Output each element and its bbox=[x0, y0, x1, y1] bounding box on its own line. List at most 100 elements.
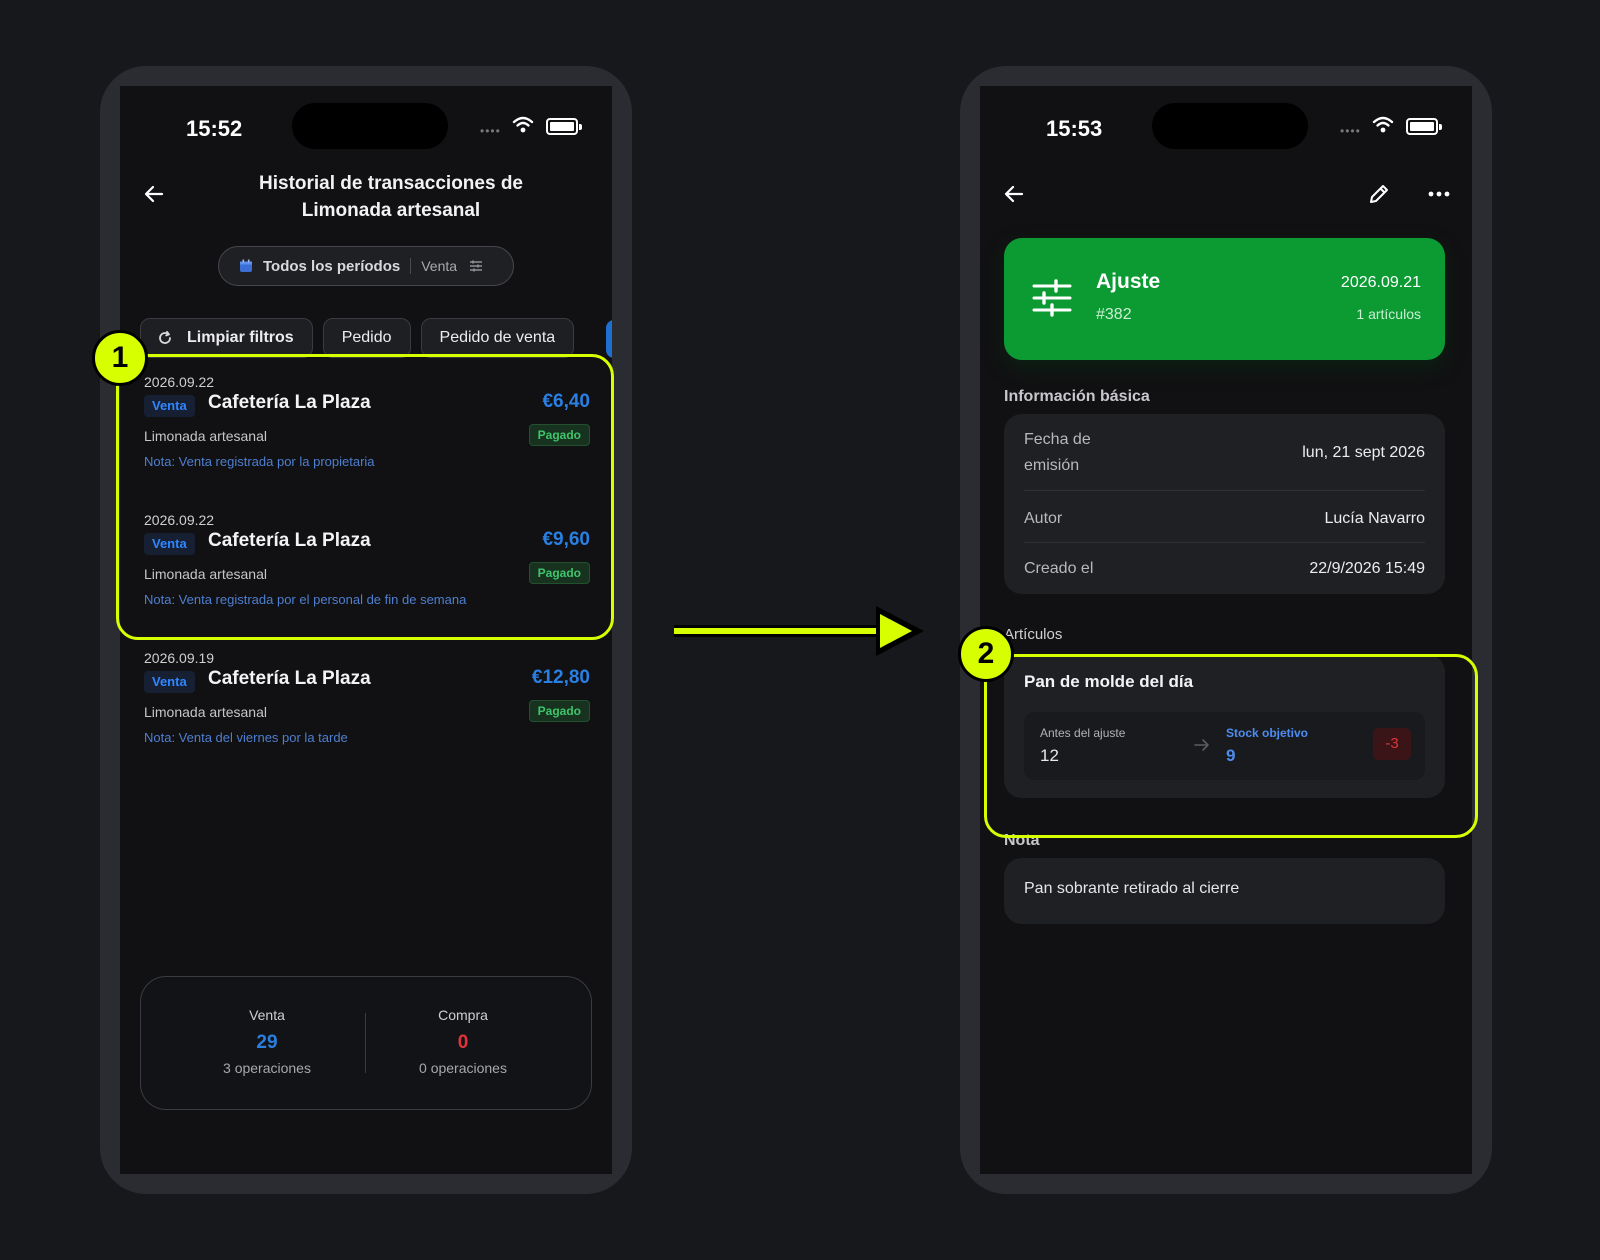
basic-info-card: Fecha de emisión lun, 21 sept 2026 Autor… bbox=[1004, 414, 1445, 594]
status-badge: Pagado bbox=[528, 700, 590, 722]
item-card[interactable]: Pan de molde del día Antes del ajuste 12… bbox=[1004, 654, 1445, 798]
summary-purchase-value: 0 bbox=[457, 1032, 469, 1053]
more-dots-icon bbox=[1428, 191, 1450, 197]
info-row-created: Creado el 22/9/2026 15:49 bbox=[1024, 554, 1425, 584]
status-bar: 15:52 •••• bbox=[120, 86, 612, 166]
stock-before-label: Antes del ajuste bbox=[1040, 726, 1126, 740]
page-title: Historial de transacciones de Limonada a… bbox=[259, 173, 523, 221]
back-button[interactable] bbox=[140, 180, 168, 208]
back-arrow-icon bbox=[144, 185, 164, 203]
clear-filters-chip[interactable]: Limpiar filtros bbox=[140, 318, 313, 358]
screen-adjustment-detail: 15:53 •••• Ajuste #382 2026.09.21 1 artí… bbox=[980, 86, 1472, 1174]
battery-icon bbox=[546, 118, 582, 135]
basic-info-heading: Información básica bbox=[1004, 388, 1150, 405]
note-card: Pan sobrante retirado al cierre bbox=[1004, 858, 1445, 924]
note-text: Pan sobrante retirado al cierre bbox=[1024, 880, 1240, 897]
dynamic-island bbox=[292, 103, 448, 149]
adjustment-date: 2026.09.21 bbox=[1340, 274, 1421, 291]
info-row-issue-date: Fecha de emisión lun, 21 sept 2026 bbox=[1024, 426, 1425, 480]
transaction-amount: €6,40 bbox=[542, 391, 590, 412]
transaction-type-tag: Venta bbox=[144, 671, 195, 693]
period-label: Todos los períodos bbox=[263, 257, 401, 275]
stock-before-value: 12 bbox=[1040, 746, 1059, 765]
summary-purchase-label: Compra bbox=[438, 1007, 488, 1023]
transaction-row[interactable]: 2026.09.22 Venta Cafetería La Plaza €9,6… bbox=[144, 512, 590, 640]
adjust-sliders-icon bbox=[1032, 279, 1072, 317]
refresh-icon bbox=[159, 330, 171, 344]
chip-overflow-edge[interactable] bbox=[606, 320, 612, 358]
period-filter-button[interactable]: Todos los períodos Venta bbox=[218, 246, 514, 286]
summary-sale-label: Venta bbox=[249, 1007, 285, 1023]
transaction-customer: Cafetería La Plaza bbox=[208, 392, 371, 413]
wifi-icon bbox=[1372, 116, 1394, 133]
transaction-customer: Cafetería La Plaza bbox=[208, 668, 371, 689]
transaction-date: 2026.09.22 bbox=[144, 512, 215, 528]
back-button[interactable] bbox=[1000, 180, 1028, 208]
wifi-icon bbox=[512, 116, 534, 133]
step-marker-1: 1 bbox=[92, 330, 148, 386]
info-value: lun, 21 sept 2026 bbox=[1302, 444, 1425, 461]
transaction-row[interactable]: 2026.09.22 Venta Cafetería La Plaza €6,4… bbox=[144, 374, 590, 502]
phone-adjustment-detail: 15:53 •••• Ajuste #382 2026.09.21 1 artí… bbox=[960, 66, 1492, 1194]
transaction-note: Nota: Venta registrada por la propietari… bbox=[144, 454, 375, 469]
summary-sale-ops: 3 operaciones bbox=[223, 1060, 311, 1076]
items-heading: Artículos bbox=[1004, 626, 1063, 643]
row-divider bbox=[1024, 490, 1425, 491]
clear-filters-label: Limpiar filtros bbox=[187, 329, 294, 346]
more-options-button[interactable] bbox=[1424, 180, 1454, 208]
transaction-date: 2026.09.19 bbox=[144, 650, 215, 666]
signal-icon: •••• bbox=[480, 124, 501, 138]
period-separator bbox=[410, 258, 412, 274]
status-time: 15:53 bbox=[1046, 116, 1103, 141]
transaction-row[interactable]: 2026.09.19 Venta Cafetería La Plaza €12,… bbox=[144, 650, 590, 778]
stock-change-box: Antes del ajuste 12 Stock objetivo 9 -3 bbox=[1024, 712, 1425, 780]
chip-sales-order[interactable]: Pedido de venta bbox=[420, 318, 575, 358]
back-arrow-icon bbox=[1004, 185, 1024, 203]
summary-purchase: Compra 0 0 operaciones bbox=[363, 1007, 563, 1076]
status-badge: Pagado bbox=[528, 562, 590, 584]
transaction-product: Limonada artesanal bbox=[144, 704, 267, 720]
transaction-amount: €12,80 bbox=[531, 667, 590, 688]
summary-sale: Venta 29 3 operaciones bbox=[167, 1007, 367, 1076]
edit-button[interactable] bbox=[1365, 180, 1393, 208]
edit-pencil-icon bbox=[1370, 185, 1388, 203]
stock-difference-badge: -3 bbox=[1373, 728, 1411, 760]
stock-target-label: Stock objetivo bbox=[1226, 726, 1309, 740]
row-divider bbox=[1024, 542, 1425, 543]
period-type: Venta bbox=[421, 258, 458, 274]
screen-transaction-history: 15:52 •••• Historial de transacciones de… bbox=[120, 86, 612, 1174]
summary-card: Venta 29 3 operaciones Compra 0 0 operac… bbox=[140, 976, 592, 1110]
adjustment-item-count: 1 artículos bbox=[1356, 306, 1421, 322]
filter-chips: Limpiar filtros Pedido Pedido de venta bbox=[140, 318, 575, 360]
adjustment-header-card: Ajuste #382 2026.09.21 1 artículos bbox=[1004, 238, 1445, 360]
summary-sale-value: 29 bbox=[256, 1032, 278, 1053]
status-badge: Pagado bbox=[528, 424, 590, 446]
transaction-note: Nota: Venta del viernes por la tarde bbox=[144, 730, 348, 745]
transaction-type-tag: Venta bbox=[144, 533, 195, 555]
battery-icon bbox=[1406, 118, 1442, 135]
info-value: 22/9/2026 15:49 bbox=[1309, 560, 1425, 577]
status-time: 15:52 bbox=[186, 116, 243, 141]
step-marker-2: 2 bbox=[958, 626, 1014, 682]
filter-sliders-icon bbox=[470, 260, 483, 272]
transaction-product: Limonada artesanal bbox=[144, 566, 267, 582]
flow-arrow-icon bbox=[674, 606, 924, 656]
transaction-amount: €9,60 bbox=[542, 529, 590, 550]
calendar-icon bbox=[240, 259, 252, 272]
info-value: Lucía Navarro bbox=[1324, 510, 1426, 527]
transaction-note: Nota: Venta registrada por el personal d… bbox=[144, 592, 467, 607]
phone-transaction-history: 15:52 •••• Historial de transacciones de… bbox=[100, 66, 632, 1194]
chip-order[interactable]: Pedido bbox=[322, 318, 411, 358]
note-heading: Nota bbox=[1004, 832, 1040, 849]
info-key: Fecha de emisión bbox=[1024, 431, 1091, 474]
info-row-author: Autor Lucía Navarro bbox=[1024, 504, 1425, 534]
transaction-type-tag: Venta bbox=[144, 395, 195, 417]
signal-icon: •••• bbox=[1340, 124, 1361, 138]
dynamic-island bbox=[1152, 103, 1308, 149]
transaction-date: 2026.09.22 bbox=[144, 374, 215, 390]
adjustment-number: #382 bbox=[1096, 306, 1132, 323]
info-key: Autor bbox=[1024, 510, 1063, 527]
summary-purchase-ops: 0 operaciones bbox=[419, 1060, 507, 1076]
status-bar: 15:53 •••• bbox=[980, 86, 1472, 166]
arrow-right-icon bbox=[1194, 739, 1209, 751]
